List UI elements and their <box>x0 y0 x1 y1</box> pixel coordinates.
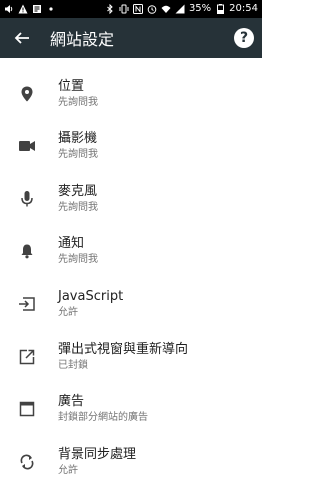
bell-icon <box>16 240 38 262</box>
battery-icon <box>215 4 225 14</box>
ads-icon <box>16 398 38 420</box>
setting-subtitle: 先詢問我 <box>58 97 98 108</box>
app-toolbar: 網站設定 ? <box>0 18 262 58</box>
setting-subtitle: 已封鎖 <box>58 359 88 371</box>
setting-text: 攝影機 先詢問我 <box>58 131 98 161</box>
nfc-icon <box>132 4 143 14</box>
setting-item-camera[interactable]: 攝影機 先詢問我 <box>0 120 262 173</box>
page-title: 網站設定 <box>50 30 115 49</box>
setting-text: 麥克風 先詢問我 <box>58 184 98 214</box>
setting-subtitle: 允許 <box>58 307 78 319</box>
setting-text: 廣告 封鎖部分網站的廣告 <box>58 394 148 424</box>
location-pin-icon <box>16 83 38 105</box>
dot-icon <box>46 4 56 14</box>
microphone-icon <box>16 188 38 210</box>
setting-title: 通知 <box>58 236 85 252</box>
bluetooth-icon <box>105 4 115 14</box>
setting-title: JavaScript <box>58 289 124 305</box>
news-icon <box>32 4 42 14</box>
setting-title: 背景同步處理 <box>58 446 137 462</box>
setting-title: 麥克風 <box>58 183 98 199</box>
setting-item-javascript[interactable]: JavaScript 允許 <box>0 278 262 331</box>
help-button[interactable]: ? <box>234 28 254 48</box>
back-button[interactable] <box>8 24 36 52</box>
setting-item-notifications[interactable]: 通知 先詢問我 <box>0 225 262 278</box>
help-icon: ? <box>239 30 249 46</box>
setting-text: 位置 先詢問我 <box>58 79 98 109</box>
setting-subtitle: 先詢問我 <box>58 254 98 266</box>
setting-item-ads[interactable]: 廣告 封鎖部分網站的廣告 <box>0 383 262 436</box>
setting-title: 位置 <box>58 79 85 94</box>
setting-subtitle: 封鎖部分網站的廣告 <box>58 412 148 424</box>
setting-text: JavaScript 允許 <box>58 289 123 319</box>
setting-item-microphone[interactable]: 麥克風 先詢問我 <box>0 173 262 226</box>
setting-subtitle: 先詢問我 <box>58 149 98 161</box>
signal-icon <box>175 4 185 14</box>
status-bar-left <box>4 4 56 14</box>
clock-time: 20:54 <box>229 3 258 14</box>
setting-item-location[interactable]: 位置 先詢問我 <box>0 58 262 120</box>
setting-title: 攝影機 <box>58 131 98 147</box>
wifi-icon <box>161 4 171 14</box>
status-bar: 35% 20:54 <box>0 0 262 18</box>
status-bar-right: 35% 20:54 <box>105 4 258 14</box>
site-settings-list: 位置 先詢問我 攝影機 先詢問我 麥克風 先詢問我 通知 先詢問我 JavaSc… <box>0 58 262 488</box>
camera-icon <box>16 135 38 157</box>
sound-icon <box>4 4 14 14</box>
setting-subtitle: 允許 <box>58 464 78 476</box>
setting-subtitle: 先詢問我 <box>58 201 98 213</box>
vibrate-icon <box>119 4 129 14</box>
setting-item-background-sync[interactable]: 背景同步處理 允許 <box>0 436 262 488</box>
setting-text: 通知 先詢問我 <box>58 236 98 266</box>
javascript-icon <box>16 293 38 315</box>
setting-title: 彈出式視窗與重新導向 <box>58 341 189 357</box>
setting-text: 背景同步處理 允許 <box>58 447 136 477</box>
setting-text: 彈出式視窗與重新導向 已封鎖 <box>58 342 188 372</box>
setting-item-popups[interactable]: 彈出式視窗與重新導向 已封鎖 <box>0 330 262 383</box>
warning-icon <box>18 4 28 14</box>
alarm-icon <box>147 4 157 14</box>
battery-percent: 35% <box>188 3 212 14</box>
popup-icon <box>16 346 38 368</box>
sync-icon <box>16 451 38 473</box>
arrow-back-icon <box>14 32 29 44</box>
setting-title: 廣告 <box>58 394 85 410</box>
